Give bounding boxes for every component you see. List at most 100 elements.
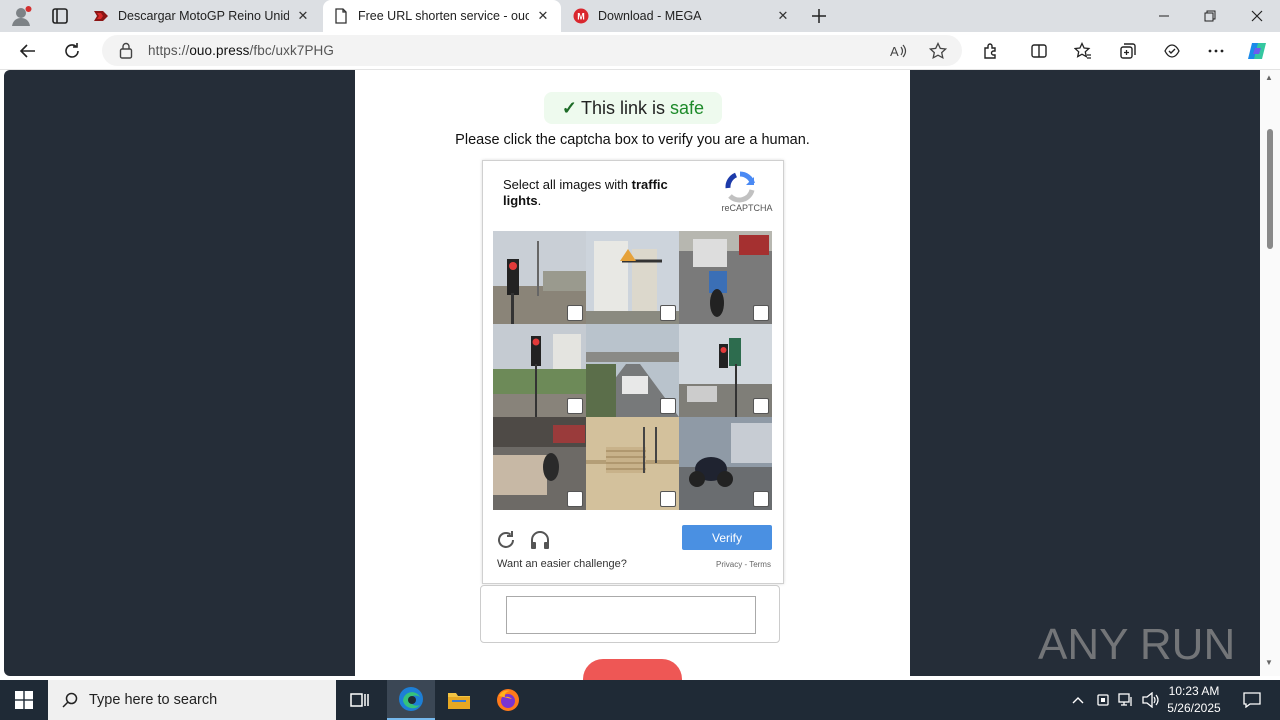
close-icon[interactable]: ✕ xyxy=(295,8,311,24)
tile-checkbox[interactable] xyxy=(753,398,769,414)
tile-checkbox[interactable] xyxy=(567,491,583,507)
page-background-right xyxy=(910,70,1260,676)
firefox-icon[interactable] xyxy=(484,680,532,720)
show-hidden-icons-icon[interactable] xyxy=(1066,680,1090,720)
recaptcha-challenge: Select all images with traffic lights. r… xyxy=(482,160,784,584)
tab-bar: Descargar MotoGP Reino Unido ✕ Free URL … xyxy=(0,0,1280,32)
url-path: /fbc/uxk7PHG xyxy=(249,43,334,58)
clock-date: 5/26/2025 xyxy=(1167,701,1221,715)
split-screen-icon[interactable] xyxy=(1027,39,1051,63)
tab-title: Descargar MotoGP Reino Unido xyxy=(118,9,289,23)
check-icon: ✓ xyxy=(561,97,578,118)
captcha-tile-3[interactable] xyxy=(679,231,772,324)
browser-essentials-icon[interactable] xyxy=(1160,39,1184,63)
page-favicon-icon xyxy=(333,8,349,24)
copilot-icon[interactable] xyxy=(1245,39,1269,63)
start-button[interactable] xyxy=(0,680,48,720)
edge-taskbar-icon[interactable] xyxy=(387,680,435,720)
close-icon[interactable]: ✕ xyxy=(775,8,791,24)
captcha-text-input[interactable] xyxy=(506,596,756,634)
restore-button[interactable] xyxy=(1187,0,1233,32)
prompt-suffix: . xyxy=(537,193,542,208)
safe-word: safe xyxy=(670,97,705,118)
prompt-prefix: Select all images with xyxy=(503,177,632,192)
file-explorer-icon[interactable] xyxy=(435,680,483,720)
easier-challenge-link[interactable]: Want an easier challenge? xyxy=(497,558,627,570)
tile-checkbox[interactable] xyxy=(753,305,769,321)
captcha-tile-6[interactable] xyxy=(679,324,772,417)
captcha-tile-4[interactable] xyxy=(493,324,586,417)
back-button[interactable] xyxy=(16,39,40,63)
web-page: ✓ This link is safe Please click the cap… xyxy=(0,70,1280,699)
profile-icon[interactable] xyxy=(9,5,33,27)
security-icon[interactable] xyxy=(1092,680,1114,720)
captcha-tile-1[interactable] xyxy=(493,231,586,324)
favorites-icon[interactable] xyxy=(1071,39,1095,63)
url-host: ouo.press xyxy=(189,43,250,58)
search-icon xyxy=(62,692,78,708)
anyrun-watermark: ANY RUN xyxy=(1038,605,1238,675)
recaptcha-brand: reCAPTCHA xyxy=(721,203,773,213)
taskbar-search[interactable]: Type here to search xyxy=(48,680,336,720)
address-bar[interactable]: https://ouo.press/fbc/uxk7PHG A xyxy=(102,35,962,66)
tile-checkbox[interactable] xyxy=(660,305,676,321)
scroll-up-icon[interactable]: ▲ xyxy=(1265,73,1273,82)
tile-checkbox[interactable] xyxy=(660,491,676,507)
browser-toolbar: https://ouo.press/fbc/uxk7PHG A xyxy=(0,32,1280,70)
scrollbar[interactable]: ▲ ▼ xyxy=(1260,70,1280,676)
reload-icon[interactable] xyxy=(495,529,517,551)
scroll-thumb[interactable] xyxy=(1267,129,1273,249)
read-aloud-icon[interactable]: A xyxy=(886,39,910,63)
headphones-icon[interactable] xyxy=(529,529,551,551)
tab-title: Download - MEGA xyxy=(598,9,702,23)
tile-checkbox[interactable] xyxy=(567,305,583,321)
favorite-star-icon[interactable] xyxy=(926,39,950,63)
tab-mega[interactable]: M Download - MEGA ✕ xyxy=(563,0,801,32)
svg-text:M: M xyxy=(577,12,585,22)
privacy-terms-link[interactable]: Privacy - Terms xyxy=(716,560,771,569)
tab-motogp[interactable]: Descargar MotoGP Reino Unido ✕ xyxy=(83,0,321,32)
collections-icon[interactable] xyxy=(1116,39,1140,63)
page-background-left xyxy=(4,70,355,676)
safe-link-badge: ✓ This link is safe xyxy=(544,92,722,124)
verify-button[interactable]: Verify xyxy=(682,525,772,550)
new-tab-button[interactable] xyxy=(808,5,830,27)
captcha-tile-8[interactable] xyxy=(586,417,679,510)
network-icon[interactable] xyxy=(1115,680,1137,720)
search-placeholder: Type here to search xyxy=(89,692,218,708)
windows-taskbar: Type here to search 10:23 AM 5/26/2025 xyxy=(0,680,1280,720)
minimize-button[interactable] xyxy=(1141,0,1187,32)
captcha-image-grid xyxy=(493,231,773,511)
safe-text: This link is xyxy=(581,97,666,118)
tile-checkbox[interactable] xyxy=(567,398,583,414)
url-prefix: https:// xyxy=(148,43,190,58)
captcha-instruction: Please click the captcha box to verify y… xyxy=(455,132,810,148)
extensions-icon[interactable] xyxy=(979,39,1003,63)
notifications-icon[interactable] xyxy=(1232,680,1272,720)
captcha-footer: Verify Want an easier challenge? Privacy… xyxy=(493,521,773,581)
taskbar-clock[interactable]: 10:23 AM 5/26/2025 xyxy=(1165,683,1223,717)
tab-title: Free URL shorten service - ouo.press xyxy=(358,9,529,23)
refresh-button[interactable] xyxy=(60,39,84,63)
scroll-down-icon[interactable]: ▼ xyxy=(1265,658,1273,667)
close-icon[interactable]: ✕ xyxy=(535,8,551,24)
tile-checkbox[interactable] xyxy=(660,398,676,414)
more-menu-icon[interactable] xyxy=(1204,39,1228,63)
captcha-tile-7[interactable] xyxy=(493,417,586,510)
tab-actions-icon[interactable] xyxy=(49,6,71,26)
tab-ouo[interactable]: Free URL shorten service - ouo.press ✕ xyxy=(323,0,561,32)
svg-text:A: A xyxy=(890,44,899,59)
captcha-tile-2[interactable] xyxy=(586,231,679,324)
mega-favicon-icon: M xyxy=(573,8,589,24)
volume-icon[interactable] xyxy=(1139,680,1163,720)
url-text[interactable]: https://ouo.press/fbc/uxk7PHG xyxy=(148,43,334,58)
captcha-prompt: Select all images with traffic lights. xyxy=(503,177,693,209)
watermark-text: ANY RUN xyxy=(1038,620,1235,669)
tile-checkbox[interactable] xyxy=(753,491,769,507)
task-view-icon[interactable] xyxy=(336,680,384,720)
close-window-button[interactable] xyxy=(1234,0,1280,32)
captcha-input-container xyxy=(480,585,780,643)
lock-icon[interactable] xyxy=(118,42,134,59)
captcha-tile-5[interactable] xyxy=(586,324,679,417)
captcha-tile-9[interactable] xyxy=(679,417,772,510)
